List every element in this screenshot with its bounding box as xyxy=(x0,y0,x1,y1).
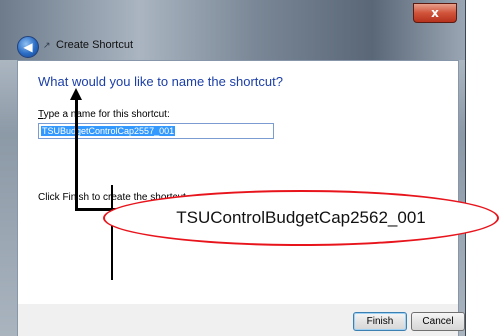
back-arrow-icon: ◀ xyxy=(23,40,33,54)
label-text: ype a name for this shortcut: xyxy=(43,109,170,120)
close-icon: x xyxy=(431,6,439,20)
close-button[interactable]: x xyxy=(413,3,457,23)
wizard-footer: Finish Cancel xyxy=(17,304,465,336)
wizard-content: What would you like to name the shortcut… xyxy=(17,60,459,305)
selected-text: TSUBudgetControlCap2557_001 xyxy=(41,126,176,136)
cancel-button[interactable]: Cancel xyxy=(411,312,465,331)
background-edge xyxy=(466,0,503,336)
finish-button[interactable]: Finish xyxy=(353,312,407,331)
shortcut-name-input[interactable]: TSUBudgetControlCap2557_001 xyxy=(38,123,274,139)
name-field-label: Type a name for this shortcut: xyxy=(38,109,170,120)
shortcut-icon: ↗ xyxy=(43,41,51,51)
create-shortcut-window: x ◀ ↗ Create Shortcut What would you lik… xyxy=(0,0,466,336)
annotation-callout: TSUControlBudgetCap2562_001 xyxy=(103,190,499,246)
annotation-arrow-shaft xyxy=(75,98,78,211)
wizard-heading: What would you like to name the shortcut… xyxy=(38,74,283,89)
back-button[interactable]: ◀ xyxy=(17,36,39,58)
callout-text: TSUControlBudgetCap2562_001 xyxy=(176,208,426,227)
title-bar: x ◀ ↗ Create Shortcut xyxy=(0,0,465,60)
annotation-arrow-head xyxy=(70,88,82,100)
window-title: Create Shortcut xyxy=(56,39,134,51)
